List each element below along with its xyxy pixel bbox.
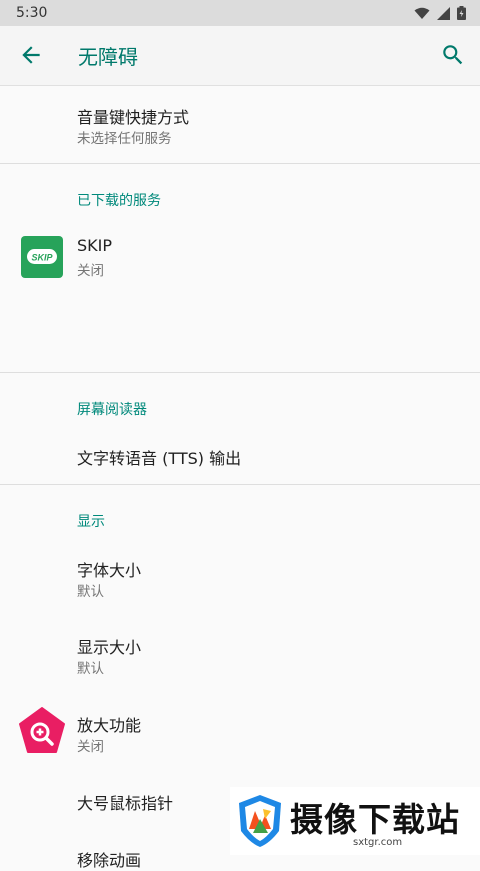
skip-logo-text: SKIP: [31, 253, 53, 263]
wifi-icon: [414, 7, 430, 19]
status-icons: [414, 6, 466, 20]
watermark-brand: 摄像下载站: [290, 800, 460, 839]
watermark-url: sxtgr.com: [353, 837, 403, 848]
divider: [0, 484, 480, 485]
section-downloaded-services: 已下载的服务: [77, 193, 161, 209]
arrow-left-icon: [22, 46, 40, 64]
magnification-subtitle: 关闭: [77, 739, 104, 755]
watermark: 摄像下载站 sxtgr.com: [230, 787, 480, 855]
search-button[interactable]: [440, 42, 466, 68]
skip-title: SKIP: [77, 236, 113, 255]
font-size-title: 字体大小: [77, 561, 142, 580]
divider: [0, 163, 480, 164]
remove-animations-title: 移除动画: [77, 851, 142, 870]
skip-app-icon: SKIP: [21, 236, 63, 282]
display-size-subtitle: 默认: [77, 661, 104, 677]
search-icon: [443, 45, 463, 65]
magnification-icon: [18, 707, 66, 759]
status-bar: 5:30: [0, 0, 480, 26]
font-size-item[interactable]: 字体大小 默认: [0, 541, 480, 618]
magnification-item[interactable]: 放大功能 关闭: [0, 695, 480, 772]
divider: [0, 372, 480, 373]
signal-icon: [437, 6, 450, 20]
volume-shortcut-title: 音量键快捷方式: [77, 108, 190, 127]
page-title: 无障碍: [78, 45, 138, 69]
magnification-title: 放大功能: [77, 716, 142, 735]
display-size-item[interactable]: 显示大小 默认: [0, 618, 480, 695]
volume-shortcut-item[interactable]: 音量键快捷方式 未选择任何服务: [0, 86, 480, 163]
skip-service-item[interactable]: SKIP SKIP 关闭: [0, 216, 480, 296]
section-display: 显示: [77, 514, 105, 530]
font-size-subtitle: 默认: [77, 584, 104, 600]
watermark-logo: [239, 795, 281, 847]
large-pointer-title: 大号鼠标指针: [77, 794, 174, 813]
app-bar: 无障碍: [0, 26, 480, 86]
tts-output-item[interactable]: 文字转语音 (TTS) 输出: [0, 426, 480, 484]
volume-shortcut-subtitle: 未选择任何服务: [77, 131, 172, 147]
back-button[interactable]: [18, 42, 44, 68]
skip-subtitle: 关闭: [77, 263, 104, 279]
section-screen-reader: 屏幕阅读器: [77, 402, 147, 418]
display-size-title: 显示大小: [77, 638, 142, 657]
battery-icon: [457, 6, 466, 20]
status-time: 5:30: [16, 5, 48, 21]
tts-title: 文字转语音 (TTS) 输出: [77, 449, 242, 468]
